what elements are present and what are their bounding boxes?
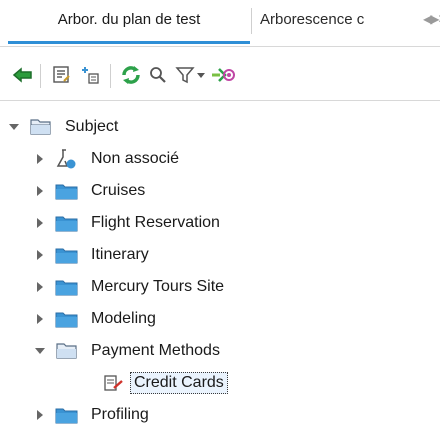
tree-node-label: Mercury Tours Site <box>91 278 225 295</box>
tab-label: Arbor. du plan de test <box>57 11 201 28</box>
collapse-arrow-icon[interactable] <box>4 117 24 137</box>
divider <box>0 46 440 47</box>
tree-node-label: Modeling <box>91 310 156 327</box>
expand-arrow-icon[interactable] <box>30 277 50 297</box>
expand-arrow-icon[interactable] <box>30 405 50 425</box>
tree-node-credit-cards[interactable]: Credit Cards <box>100 368 228 398</box>
tree-node-unattached[interactable]: Non associé <box>30 144 182 174</box>
tree-node-payment-methods[interactable]: Payment Methods <box>30 336 223 366</box>
folder-icon <box>54 276 80 298</box>
folder-icon <box>54 212 80 234</box>
go-to-icon[interactable] <box>208 62 238 88</box>
tree-node-label: Credit Cards <box>130 372 228 394</box>
tree-node-itinerary[interactable]: Itinerary <box>30 240 152 270</box>
expand-arrow-icon[interactable] <box>30 181 50 201</box>
tree-node-profiling[interactable]: Profiling <box>30 400 152 430</box>
toolbar <box>0 56 440 96</box>
active-tab-indicator <box>8 41 250 44</box>
tree-node-flight-reservation[interactable]: Flight Reservation <box>30 208 223 238</box>
tab-test-plan-tree[interactable]: Arbor. du plan de test <box>8 0 250 44</box>
new-folder-icon[interactable] <box>48 62 74 88</box>
tab-bar: Arbor. du plan de test Arborescence c ◀▶… <box>0 0 440 46</box>
collapse-arrow-icon[interactable] <box>30 341 50 361</box>
tree-node-label: Payment Methods <box>91 342 220 359</box>
refresh-icon[interactable] <box>118 62 144 88</box>
tab-divider <box>251 8 252 34</box>
tree-node-modeling[interactable]: Modeling <box>30 304 159 334</box>
tab-label: Arborescence c <box>260 11 365 28</box>
toolbar-separator <box>40 64 41 88</box>
tab-requirements-tree[interactable]: Arborescence c <box>254 0 430 44</box>
tree-node-label: Subject <box>65 118 119 135</box>
tree-node-subject[interactable]: Subject <box>4 112 121 142</box>
find-icon[interactable] <box>145 62 171 88</box>
tree-node-label: Non associé <box>91 150 180 167</box>
open-folder-icon <box>28 116 54 138</box>
tree-node-label: Cruises <box>91 182 146 199</box>
unattached-flask-icon <box>54 148 80 170</box>
tree-node-label: Profiling <box>91 406 149 423</box>
folder-icon <box>54 244 80 266</box>
expand-arrow-icon[interactable] <box>30 245 50 265</box>
toolbar-separator <box>110 64 111 88</box>
tree-node-cruises[interactable]: Cruises <box>30 176 148 206</box>
tree-node-mercury-tours-site[interactable]: Mercury Tours Site <box>30 272 227 302</box>
folder-icon <box>54 180 80 202</box>
divider <box>0 100 440 101</box>
filter-dropdown-icon[interactable] <box>194 62 208 88</box>
folder-icon <box>54 308 80 330</box>
open-folder-icon <box>54 340 80 362</box>
new-test-icon[interactable] <box>78 62 104 88</box>
folder-icon <box>54 404 80 426</box>
expand-arrow-icon[interactable] <box>30 149 50 169</box>
back-arrow-icon[interactable] <box>10 62 36 88</box>
tree-node-label: Itinerary <box>91 246 149 263</box>
expand-arrow-icon[interactable] <box>30 213 50 233</box>
tab-scroll-arrows-icon[interactable]: ◀▶✕ <box>423 12 440 26</box>
tree-node-label: Flight Reservation <box>91 214 220 231</box>
expand-arrow-icon[interactable] <box>30 309 50 329</box>
test-document-icon <box>100 372 126 394</box>
